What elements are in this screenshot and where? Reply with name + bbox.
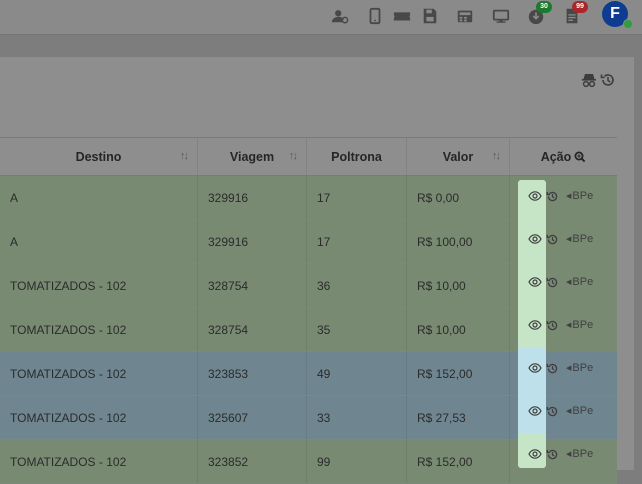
- cell-valor: R$ 10,00: [417, 278, 466, 293]
- cell-destino: TOMATIZADOS - 102: [10, 322, 127, 337]
- cell-viagem: 325607: [208, 410, 249, 425]
- bpe-link[interactable]: ◀BPe: [566, 276, 593, 288]
- history-icon[interactable]: [546, 448, 559, 461]
- download-icon[interactable]: 30: [527, 1, 552, 26]
- ticket-icon[interactable]: [393, 6, 411, 26]
- bpe-link[interactable]: ◀BPe: [566, 190, 593, 202]
- mobile-icon[interactable]: [366, 6, 384, 26]
- cell-destino: TOMATIZADOS - 102: [10, 366, 127, 381]
- history-icon[interactable]: [546, 233, 559, 246]
- cell-poltrona: 33: [317, 410, 331, 425]
- cell-poltrona: 99: [317, 454, 331, 469]
- caret-left-icon: ◀: [566, 236, 572, 243]
- caret-left-icon: ◀: [566, 451, 572, 458]
- view-icon[interactable]: [528, 318, 542, 332]
- search-icon[interactable]: [574, 151, 586, 163]
- table-header-row: Destino ↑↓ Viagem ↑↓ Poltrona Valor ↑↓ A…: [0, 137, 617, 176]
- cell-viagem: 329916: [208, 190, 249, 205]
- history-icon[interactable]: [546, 362, 559, 375]
- sort-icon[interactable]: ↑↓: [180, 150, 189, 162]
- incognito-icon[interactable]: [581, 72, 597, 88]
- cell-destino: TOMATIZADOS - 102: [10, 454, 127, 469]
- cell-poltrona: 35: [317, 322, 331, 337]
- action-column-highlight-blue: [518, 347, 546, 433]
- online-status-dot: [623, 19, 633, 29]
- view-icon[interactable]: [528, 275, 542, 289]
- bpe-link[interactable]: ◀BPe: [566, 405, 593, 417]
- caret-left-icon: ◀: [566, 408, 572, 415]
- history-icon[interactable]: [546, 319, 559, 332]
- save-icon[interactable]: [421, 6, 439, 26]
- cell-poltrona: 17: [317, 190, 331, 205]
- caret-left-icon: ◀: [566, 365, 572, 372]
- top-bar: 30 99 F: [0, 0, 642, 35]
- cell-destino: A: [10, 190, 19, 205]
- history-icon[interactable]: [546, 405, 559, 418]
- cell-viagem: 329916: [208, 234, 249, 249]
- cell-viagem: 323852: [208, 454, 249, 469]
- history-icon[interactable]: [546, 276, 559, 289]
- history-icon[interactable]: [546, 190, 559, 203]
- view-icon[interactable]: [528, 189, 542, 203]
- cell-poltrona: 49: [317, 366, 331, 381]
- document-icon[interactable]: 99: [563, 1, 588, 26]
- cell-destino: TOMATIZADOS - 102: [10, 410, 127, 425]
- bpe-link[interactable]: ◀BPe: [566, 362, 593, 374]
- cell-poltrona: 36: [317, 278, 331, 293]
- history-icon[interactable]: [600, 72, 616, 88]
- document-count-badge: 99: [572, 1, 588, 13]
- caret-left-icon: ◀: [566, 322, 572, 329]
- cell-viagem: 328754: [208, 322, 249, 337]
- caret-left-icon: ◀: [566, 193, 572, 200]
- sort-icon[interactable]: ↑↓: [289, 150, 298, 162]
- sort-icon[interactable]: ↑↓: [492, 150, 501, 162]
- view-icon[interactable]: [528, 361, 542, 375]
- caret-left-icon: ◀: [566, 279, 572, 286]
- cell-valor: R$ 152,00: [417, 454, 473, 469]
- monitor-icon[interactable]: [492, 6, 510, 26]
- column-header-poltrona[interactable]: Poltrona: [307, 138, 406, 175]
- bpe-link[interactable]: ◀BPe: [566, 233, 593, 245]
- download-count-badge: 30: [536, 1, 552, 13]
- cell-valor: R$ 10,00: [417, 322, 466, 337]
- user-settings-icon[interactable]: [331, 6, 349, 26]
- view-icon[interactable]: [528, 447, 542, 461]
- cell-viagem: 328754: [208, 278, 249, 293]
- bpe-link[interactable]: ◀BPe: [566, 448, 593, 460]
- view-icon[interactable]: [528, 232, 542, 246]
- register-icon[interactable]: [456, 6, 474, 26]
- cell-valor: R$ 0,00: [417, 190, 460, 205]
- cell-valor: R$ 27,53: [417, 410, 466, 425]
- cell-destino: A: [10, 234, 19, 249]
- cell-viagem: 323853: [208, 366, 249, 381]
- cell-valor: R$ 100,00: [417, 234, 473, 249]
- column-header-acao: Ação: [510, 138, 617, 175]
- cell-poltrona: 17: [317, 234, 331, 249]
- cell-valor: R$ 152,00: [417, 366, 473, 381]
- view-icon[interactable]: [528, 404, 542, 418]
- cell-destino: TOMATIZADOS - 102: [10, 278, 127, 293]
- bpe-link[interactable]: ◀BPe: [566, 319, 593, 331]
- column-header-destino[interactable]: Destino: [0, 138, 197, 175]
